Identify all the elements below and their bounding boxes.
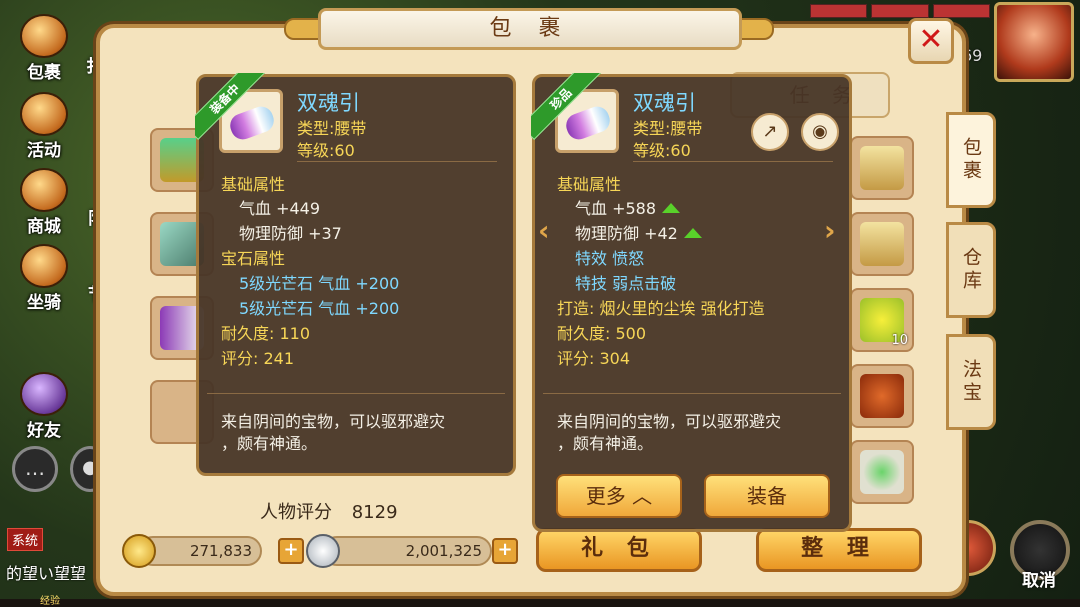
equip-button[interactable]: 装备 — [704, 474, 830, 518]
tab-warehouse[interactable]: 仓库 — [946, 222, 996, 318]
item-type: 类型:腰带 — [297, 119, 367, 138]
silver-amount: 2,001,325 — [322, 536, 492, 566]
divider — [543, 393, 841, 394]
rare-ribbon: 珍品 — [531, 73, 601, 143]
character-score-value: 8129 — [351, 502, 398, 523]
equipped-item-tooltip: 装备中 双魂引 类型:腰带 等级:60 基础属性 气血 +449 物理防御 +3… — [195, 73, 516, 476]
next-item-arrow-icon[interactable]: › — [824, 214, 836, 247]
chat-button[interactable]: … — [12, 446, 58, 492]
bag-item-scroll[interactable] — [850, 136, 914, 200]
mount-icon — [20, 244, 68, 288]
close-icon: ✕ — [918, 22, 944, 57]
experience-bar — [0, 599, 1080, 607]
gold-amount: 271,833 — [138, 536, 262, 566]
special-effect: 特效 愤怒 — [575, 249, 645, 268]
equipped-ribbon: 装备中 — [195, 73, 265, 143]
silver-coin-icon — [306, 534, 340, 568]
prev-item-arrow-icon[interactable]: ‹ — [538, 214, 550, 247]
shop-icon — [20, 168, 68, 212]
divider — [207, 393, 505, 394]
experience-label: 经验 — [40, 596, 60, 607]
rating: 评分: 304 — [557, 349, 631, 368]
base-attributes-header: 基础属性 — [557, 175, 622, 194]
item-name: 双魂引 — [297, 91, 360, 115]
more-button[interactable]: 更多 ︿ — [556, 474, 682, 518]
chat-message: 的望い望望 — [6, 564, 87, 583]
bag-icon — [20, 14, 68, 58]
base-stat: 物理防御 +37 — [239, 224, 342, 243]
view-icon[interactable]: ◉ — [801, 113, 839, 151]
shop-menu-button[interactable]: 商城 — [14, 168, 74, 238]
gold-coin-icon — [122, 534, 156, 568]
tab-treasure[interactable]: 法宝 — [946, 334, 996, 430]
bag-item-jar[interactable] — [850, 440, 914, 504]
mount-menu-button[interactable]: 坐骑 — [14, 244, 74, 314]
item-description: 来自阴间的宝物，可以驱邪避灾 — [221, 412, 446, 431]
item-stack-count: 10 — [891, 333, 908, 348]
gift-pack-button[interactable]: 礼 包 — [536, 528, 702, 572]
base-attributes-header: 基础属性 — [221, 175, 286, 194]
sort-button[interactable]: 整 理 — [756, 528, 922, 572]
cancel-label: 取消 — [1022, 571, 1056, 591]
rating: 评分: 241 — [221, 349, 295, 368]
item-name: 双魂引 — [633, 91, 696, 115]
close-button[interactable]: ✕ — [908, 18, 954, 64]
mount-menu-label: 坐骑 — [27, 293, 61, 313]
shop-menu-label: 商城 — [27, 217, 61, 237]
add-gold-button[interactable]: + — [278, 538, 304, 564]
special-skill: 特技 弱点击破 — [575, 274, 677, 293]
left-hud: 包裹 活动 商城 坐骑 扌 队 节 好友 — [0, 0, 110, 607]
divider — [633, 161, 833, 162]
add-silver-button[interactable]: + — [492, 538, 518, 564]
bag-title: 包 裹 — [318, 8, 742, 50]
base-stat: 气血 +449 — [239, 199, 321, 218]
item-description: ，颇有神通。 — [557, 434, 654, 453]
bag-item-coral[interactable]: 10 — [850, 288, 914, 352]
status-bars — [810, 4, 990, 18]
upgrade-arrow-icon — [662, 202, 681, 213]
friends-icon — [20, 372, 68, 416]
character-score-label: 人物评分 — [260, 502, 332, 523]
compare-item-tooltip: 珍品 双魂引 类型:腰带 等级:60 ↗ ◉ 基础属性 气血 +588 物理防御… — [531, 73, 852, 532]
item-level: 等级:60 — [633, 141, 691, 160]
item-description: 来自阴间的宝物，可以驱邪避灾 — [557, 412, 782, 431]
friends-menu-label: 好友 — [27, 421, 61, 441]
activity-menu-label: 活动 — [27, 141, 61, 161]
gem-attributes-header: 宝石属性 — [221, 249, 286, 268]
base-stat: 气血 +588 — [557, 195, 681, 219]
player-avatar[interactable] — [994, 2, 1074, 82]
character-score: 人物评分 8129 — [260, 498, 398, 524]
gem-stat: 5级光芒石 气血 +200 — [239, 299, 400, 318]
divider — [297, 161, 497, 162]
bag-item-scroll[interactable] — [850, 212, 914, 276]
item-level: 等级:60 — [297, 141, 355, 160]
chevron-up-icon: ︿ — [632, 484, 653, 508]
friends-menu-button[interactable]: 好友 — [14, 372, 74, 442]
bag-menu-label: 包裹 — [27, 63, 61, 83]
tab-bag[interactable]: 包裹 — [946, 112, 996, 208]
horn-icon — [20, 92, 68, 136]
item-type: 类型:腰带 — [633, 119, 703, 138]
chat-bubble-icon: … — [25, 456, 45, 480]
activity-menu-button[interactable]: 活动 — [14, 92, 74, 162]
item-description: ，颇有神通。 — [221, 434, 318, 453]
durability: 耐久度: 500 — [557, 324, 647, 343]
crafted-by: 打造: 烟火里的尘埃 强化打造 — [557, 299, 765, 318]
base-stat: 物理防御 +42 — [557, 220, 702, 244]
bag-menu-button[interactable]: 包裹 — [14, 14, 74, 84]
gem-stat: 5级光芒石 气血 +200 — [239, 274, 400, 293]
durability: 耐久度: 110 — [221, 324, 311, 343]
upgrade-arrow-icon — [683, 227, 702, 238]
system-channel-tag: 系统 — [7, 528, 44, 551]
bag-item-food[interactable] — [850, 364, 914, 428]
share-icon[interactable]: ↗ — [751, 113, 789, 151]
